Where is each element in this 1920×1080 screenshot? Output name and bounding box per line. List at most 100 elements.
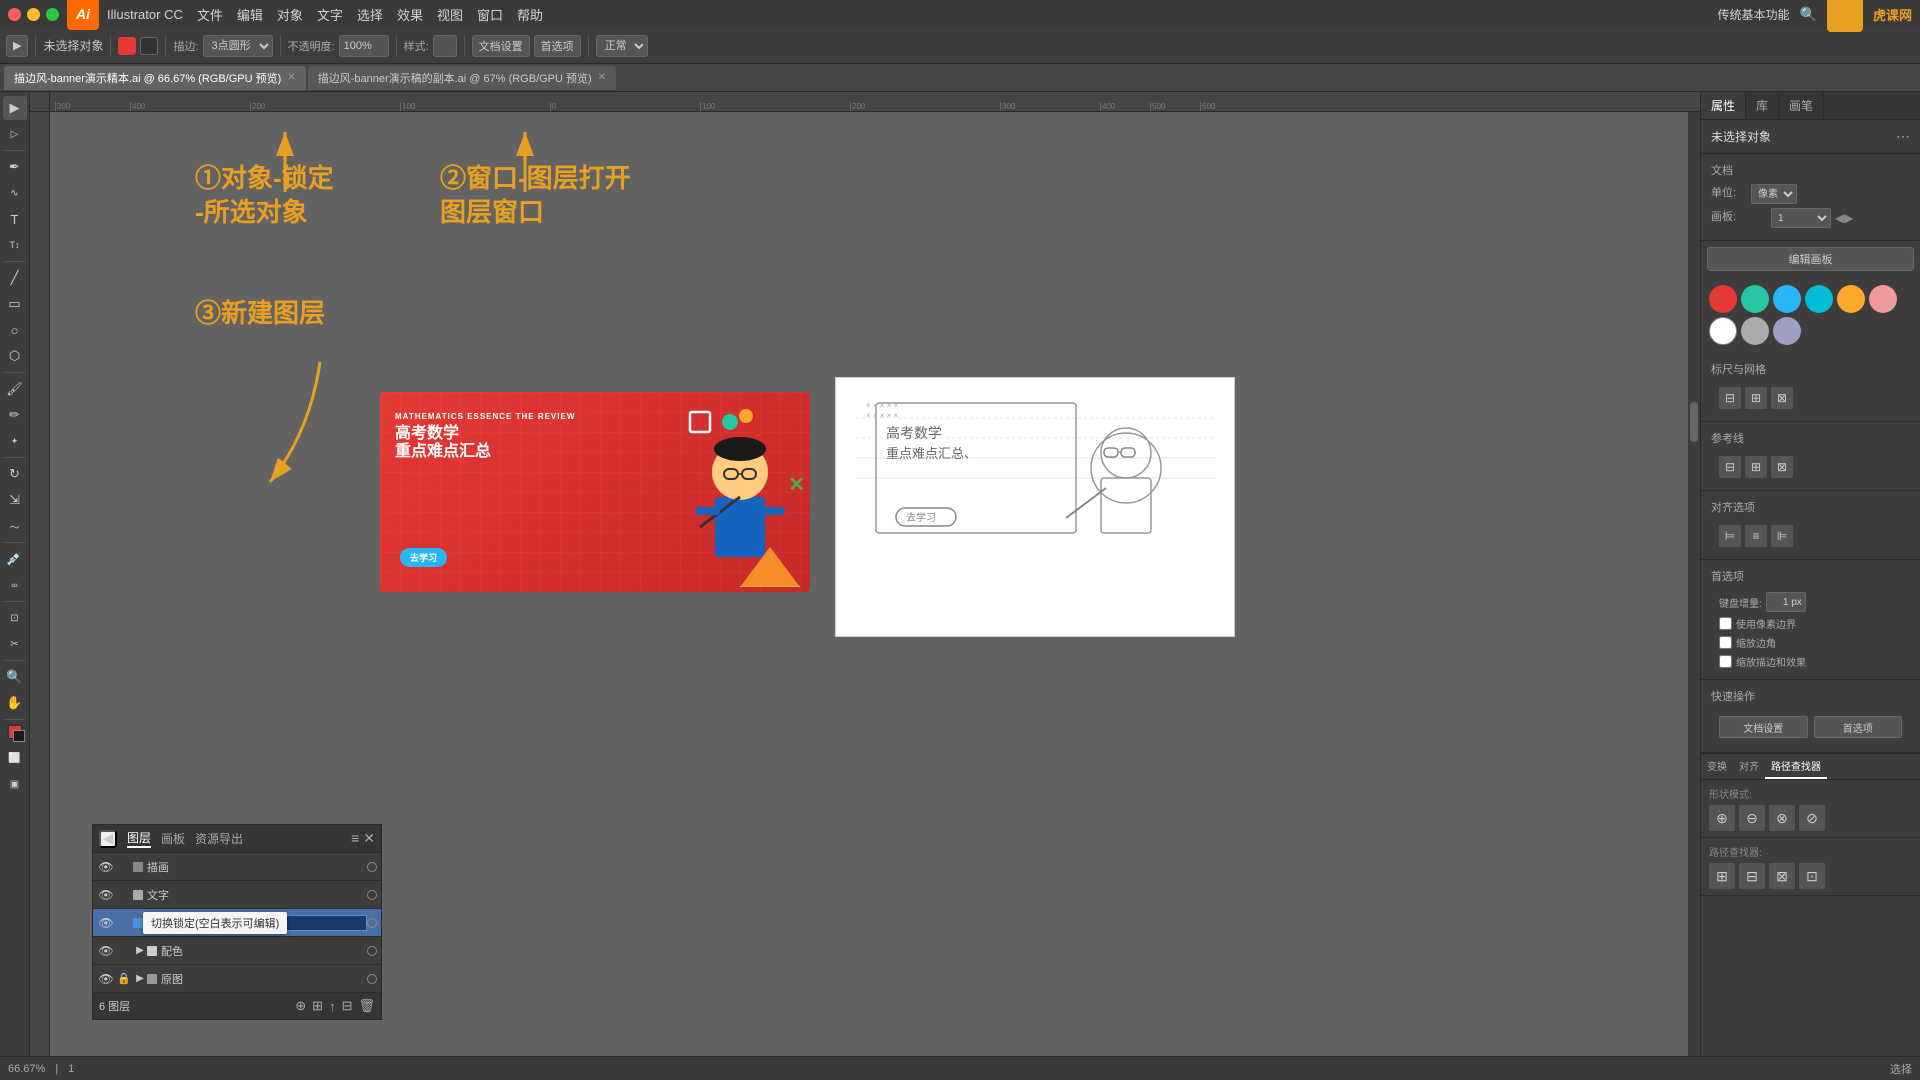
layers-panel-collapse-btn[interactable]: ◀: [99, 830, 117, 848]
layers-tab-layers[interactable]: 图层: [127, 829, 151, 848]
merge-selected-btn[interactable]: ⊟: [342, 998, 353, 1014]
layer-row-colors[interactable]: 👁 ▶ 配色: [93, 937, 381, 965]
preferences-toolbar-btn[interactable]: 首选项: [534, 35, 581, 57]
fill-color-display[interactable]: [7, 724, 23, 740]
swatch-cyan[interactable]: [1805, 285, 1833, 313]
search-icon[interactable]: 🔍: [1800, 6, 1817, 23]
shape-exclude-btn[interactable]: ⊘: [1799, 805, 1825, 831]
swatch-lavender[interactable]: [1773, 317, 1801, 345]
swatch-pink[interactable]: [1869, 285, 1897, 313]
quick-preferences-btn[interactable]: 首选项: [1814, 716, 1903, 738]
tab-main-file[interactable]: 描边风-banner演示精本.ai @ 66.67% (RGB/GPU 预览) …: [4, 66, 306, 90]
style-preview[interactable]: [433, 35, 457, 57]
unit-select[interactable]: 像素: [1751, 184, 1797, 204]
layer-expand-original[interactable]: ▶: [133, 973, 147, 984]
layer-eye-colors[interactable]: 👁: [97, 944, 115, 958]
tool-rotate[interactable]: ↻: [3, 462, 27, 486]
minimize-button[interactable]: [27, 8, 40, 21]
round-corners-checkbox[interactable]: [1719, 636, 1732, 649]
artboard-arrows[interactable]: ◀▶: [1835, 211, 1853, 225]
tool-polygon[interactable]: ⬡: [3, 344, 27, 368]
pf-merge-btn[interactable]: ⊠: [1769, 863, 1795, 889]
menu-illustrator-cc[interactable]: Illustrator CC: [107, 7, 183, 22]
edit-template-btn[interactable]: 编辑画板: [1707, 247, 1914, 271]
tool-select[interactable]: ▶: [3, 96, 27, 120]
layers-tab-export[interactable]: 资源导出: [195, 830, 243, 847]
tool-scale[interactable]: ⇲: [3, 488, 27, 512]
menu-file[interactable]: 文件: [197, 5, 223, 24]
artboard-select[interactable]: 1: [1771, 208, 1831, 228]
tool-direct-select[interactable]: ▷: [3, 122, 27, 146]
move-selection-btn[interactable]: ↑: [329, 999, 336, 1014]
properties-more-icon[interactable]: ⋯: [1896, 128, 1910, 145]
tool-eyedropper[interactable]: 💉: [3, 547, 27, 571]
tool-rectangle[interactable]: ▭: [3, 292, 27, 316]
maximize-button[interactable]: [46, 8, 59, 21]
keyboard-nudge-input[interactable]: [1766, 592, 1806, 612]
swatch-lightblue[interactable]: [1773, 285, 1801, 313]
layer-lock-original[interactable]: 🔒: [115, 972, 133, 985]
rp-tab-brush[interactable]: 画笔: [1779, 92, 1824, 119]
stroke-color-btn[interactable]: [140, 37, 158, 55]
tool-ellipse[interactable]: ○: [3, 318, 27, 342]
lock-guides-btn[interactable]: ⊞: [1745, 456, 1767, 478]
swatch-orange[interactable]: [1837, 285, 1865, 313]
align-right-btn[interactable]: ⊫: [1771, 525, 1793, 547]
clear-guides-btn[interactable]: ⊠: [1771, 456, 1793, 478]
layer-eye-text[interactable]: 👁: [97, 888, 115, 902]
quick-doc-settings-btn[interactable]: 文档设置: [1719, 716, 1808, 738]
align-center-btn[interactable]: ≡: [1745, 525, 1767, 547]
layer-eye-drawing[interactable]: 👁: [97, 860, 115, 874]
tool-pencil[interactable]: ✏: [3, 403, 27, 427]
menu-window[interactable]: 窗口: [477, 5, 503, 24]
layer-row-text[interactable]: 👁 文字: [93, 881, 381, 909]
new-layer-btn[interactable]: ⊕: [295, 998, 306, 1014]
tool-shaper[interactable]: ✦: [3, 429, 27, 453]
layer-expand-colors[interactable]: ▶: [133, 945, 147, 956]
doc-settings-toolbar-btn[interactable]: 文档设置: [472, 35, 530, 57]
layers-tab-artboards[interactable]: 画板: [161, 830, 185, 847]
tool-slice[interactable]: ✂: [3, 632, 27, 656]
fill-color-btn[interactable]: [118, 37, 136, 55]
tab-copy-close-icon[interactable]: ✕: [598, 72, 606, 83]
shape-minus-btn[interactable]: ⊖: [1739, 805, 1765, 831]
tool-curvature[interactable]: ∿: [3, 181, 27, 205]
layer-row-original[interactable]: 👁 🔒 ▶ 原图: [93, 965, 381, 993]
layer-eye-original[interactable]: 👁: [97, 972, 115, 986]
change-screen-mode[interactable]: ▣: [3, 772, 27, 796]
swatch-white[interactable]: [1709, 317, 1737, 345]
show-grid-btn[interactable]: ⊞: [1745, 387, 1767, 409]
tool-hand[interactable]: ✋: [3, 691, 27, 715]
swatch-gray[interactable]: [1741, 317, 1769, 345]
panel-close-icon[interactable]: ✕: [363, 830, 375, 847]
mode-select[interactable]: 正常: [596, 35, 648, 57]
tab-copy-file[interactable]: 描边风-banner演示稿的副本.ai @ 67% (RGB/GPU 预览) ✕: [308, 66, 616, 90]
new-sublayer-btn[interactable]: ⊞: [312, 998, 323, 1014]
menu-effects[interactable]: 效果: [397, 5, 423, 24]
screen-mode-btn[interactable]: ⬜: [3, 746, 27, 770]
show-rulers-btn[interactable]: ⊟: [1719, 387, 1741, 409]
align-left-btn[interactable]: ⊨: [1719, 525, 1741, 547]
tool-zoom[interactable]: 🔍: [3, 665, 27, 689]
tab-path-finder[interactable]: 路径查找器: [1765, 754, 1827, 779]
menu-edit[interactable]: 编辑: [237, 5, 263, 24]
swatch-teal[interactable]: [1741, 285, 1769, 313]
tool-artboard[interactable]: ⊡: [3, 606, 27, 630]
tool-blend[interactable]: ∞: [3, 573, 27, 597]
tab-align[interactable]: 对齐: [1733, 754, 1765, 779]
menu-help[interactable]: 帮助: [517, 5, 543, 24]
pf-crop-btn[interactable]: ⊡: [1799, 863, 1825, 889]
tool-line[interactable]: ╱: [3, 266, 27, 290]
snap-pixels-checkbox[interactable]: [1719, 617, 1732, 630]
tool-warp[interactable]: 〜: [3, 514, 27, 538]
show-guides-btn[interactable]: ⊟: [1719, 456, 1741, 478]
selection-tool-btn[interactable]: ▶: [6, 35, 28, 57]
swatch-red[interactable]: [1709, 285, 1737, 313]
pf-divide-btn[interactable]: ⊞: [1709, 863, 1735, 889]
delete-layer-btn[interactable]: 🗑: [358, 998, 375, 1014]
panel-menu-icon[interactable]: ≡: [351, 830, 359, 847]
layer-row-editing[interactable]: 👁 切换锁定(空白表示可编辑): [93, 909, 381, 937]
rp-tab-library[interactable]: 库: [1746, 92, 1779, 119]
layer-row-drawing[interactable]: 👁 描画: [93, 853, 381, 881]
shape-intersect-btn[interactable]: ⊗: [1769, 805, 1795, 831]
